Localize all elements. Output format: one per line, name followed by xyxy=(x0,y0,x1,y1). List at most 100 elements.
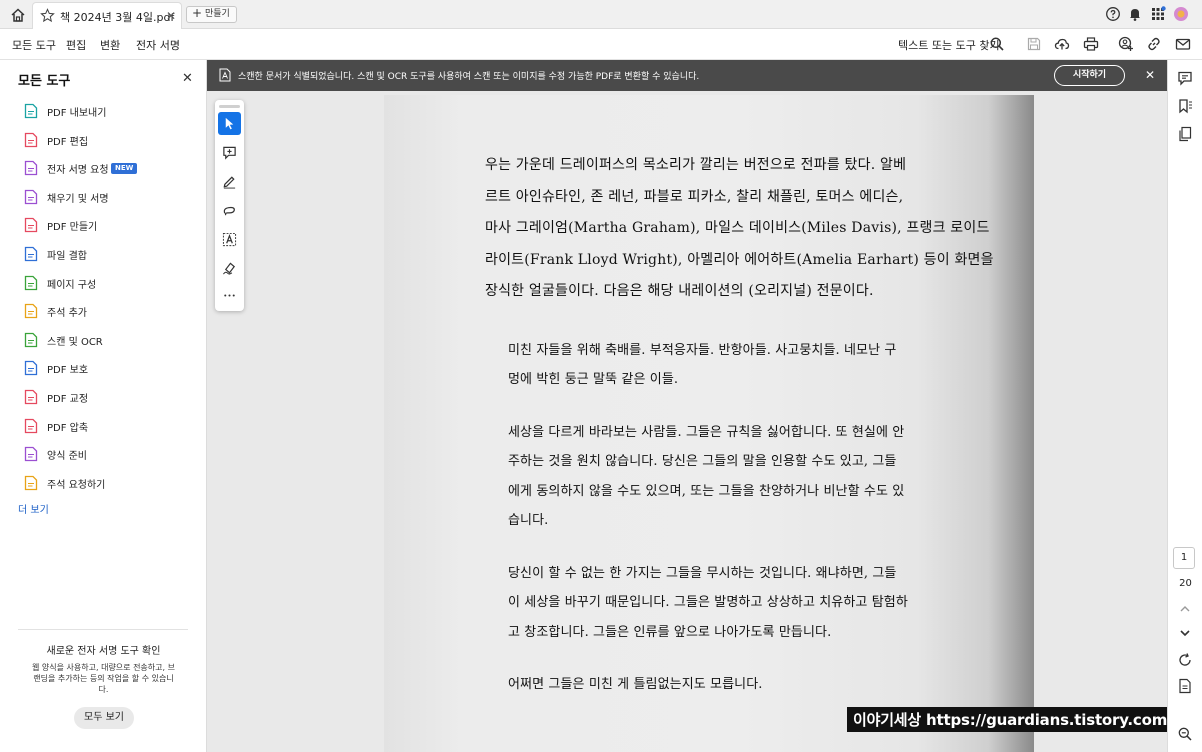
email-icon[interactable] xyxy=(1175,36,1191,52)
menu-bar: 모든 도구 편집 변환 전자 서명 텍스트 또는 도구 찾기 xyxy=(0,29,1202,62)
tool-label: PDF 압축 xyxy=(47,422,89,434)
page-text: 우는 가운데 드레이퍼스의 목소리가 깔리는 버전으로 전파를 탔다. 알베 르트… xyxy=(485,150,1025,700)
find-text-or-tools[interactable]: 텍스트 또는 도구 찾기 xyxy=(898,37,1000,53)
draw-freeform-button[interactable] xyxy=(218,199,241,222)
cloud-upload-icon[interactable] xyxy=(1054,36,1070,52)
document-tab-title: 책 2024년 3월 4일.pdf xyxy=(60,11,175,24)
create-pdf-icon xyxy=(24,218,38,233)
text-box-button[interactable] xyxy=(218,228,241,251)
save-icon[interactable] xyxy=(1026,36,1042,52)
promo-title: 새로운 전자 서명 도구 확인 xyxy=(46,646,161,657)
home-icon[interactable] xyxy=(8,5,28,25)
request-esign-icon xyxy=(24,161,38,176)
intro-paragraph: 우는 가운데 드레이퍼스의 목소리가 깔리는 버전으로 전파를 탔다. 알베 르트… xyxy=(485,150,1025,308)
text-line: 에게 동의하지 않을 수도 있으며, 또는 그들을 찬양하거나 비난할 수도 있 xyxy=(508,483,905,499)
view-all-button[interactable]: 모두 보기 xyxy=(74,707,134,729)
tool-item[interactable]: PDF 압축 xyxy=(24,416,199,436)
next-page-icon[interactable] xyxy=(1177,625,1193,641)
more-tools-link[interactable]: 더 보기 xyxy=(18,501,49,516)
menu-esign[interactable]: 전자 서명 xyxy=(136,37,180,53)
tool-item[interactable]: PDF 편집 xyxy=(24,130,199,150)
menu-all-tools[interactable]: 모든 도구 xyxy=(12,37,56,62)
tool-item[interactable]: PDF 내보내기 xyxy=(24,101,199,121)
link-icon[interactable] xyxy=(1146,36,1162,52)
select-tool-icon xyxy=(225,117,234,130)
new-tab-button[interactable]: + 만들기 xyxy=(186,6,237,23)
watermark: 이야기세상 https://guardians.tistory.com xyxy=(847,707,1167,732)
add-comment-button[interactable] xyxy=(218,141,241,164)
current-page-input[interactable]: 1 xyxy=(1173,547,1195,569)
text-line: 습니다. xyxy=(508,513,549,528)
help-icon[interactable] xyxy=(1105,6,1121,22)
tool-item[interactable]: 주석 요청하기 xyxy=(24,473,199,493)
tool-item[interactable]: 파일 결합 xyxy=(24,244,199,264)
print-icon[interactable] xyxy=(1083,36,1099,52)
apps-grid-icon[interactable] xyxy=(1150,6,1166,22)
document-viewer: 스캔한 문서가 식별되었습니다. 스캔 및 OCR 도구를 사용하여 스캔 또는… xyxy=(207,60,1167,752)
tool-label: 주석 추가 xyxy=(47,308,87,320)
tool-item[interactable]: 페이지 구성 xyxy=(24,273,199,293)
menu-edit[interactable]: 편집 xyxy=(66,37,86,53)
tab-bar: 책 2024년 3월 4일.pdf ✕ + 만들기 xyxy=(0,0,1202,29)
add-comment-icon xyxy=(223,146,236,160)
menu-convert[interactable]: 변환 xyxy=(100,37,120,53)
sign-pen-button[interactable] xyxy=(218,257,241,280)
more-tools-icon xyxy=(224,294,235,297)
avatar[interactable] xyxy=(1173,6,1189,22)
tool-item[interactable]: PDF 교정 xyxy=(24,387,199,407)
page-display-icon[interactable] xyxy=(1177,678,1193,694)
notification-bell-icon[interactable] xyxy=(1127,6,1143,22)
tool-label: 파일 결합 xyxy=(47,251,87,262)
toolbar-drag-handle[interactable] xyxy=(219,105,240,108)
rotate-icon[interactable] xyxy=(1177,652,1193,668)
new-badge: NEW xyxy=(111,163,138,175)
tool-label: PDF 보호 xyxy=(47,365,89,377)
zoom-out-icon[interactable] xyxy=(1177,726,1193,742)
panel-title: 모든 도구 xyxy=(18,74,71,89)
quote-paragraph: 어쩌면 그들은 미친 게 틀림없는지도 모릅니다. xyxy=(485,670,1025,700)
text-line: 어쩌면 그들은 미친 게 틀림없는지도 모릅니다. xyxy=(508,677,763,692)
promo-description: 웹 양식을 사용하고, 대량으로 전송하고, 브랜딩을 추가하는 등의 작업을 … xyxy=(32,663,175,694)
page-thumbnails-icon[interactable] xyxy=(1177,126,1193,142)
share-user-icon[interactable] xyxy=(1118,36,1134,52)
start-button[interactable]: 시작하기 xyxy=(1054,65,1125,86)
banner-message: 스캔한 문서가 식별되었습니다. 스캔 및 OCR 도구를 사용하여 스캔 또는… xyxy=(238,72,700,82)
tool-item[interactable]: 주석 추가 xyxy=(24,301,199,321)
divider xyxy=(18,629,188,630)
tool-label: 주석 요청하기 xyxy=(47,479,106,491)
tool-item[interactable]: 전자 서명 요청 NEW xyxy=(24,158,199,178)
quick-tools-toolbar xyxy=(215,100,244,311)
tool-item[interactable]: PDF 보호 xyxy=(24,358,199,378)
highlight-pen-icon xyxy=(223,176,236,189)
text-line: 고 창조합니다. 그들은 인류를 앞으로 나아가도록 만듭니다. xyxy=(508,624,832,640)
highlight-pen-button[interactable] xyxy=(218,170,241,193)
tool-label: PDF 내보내기 xyxy=(47,108,107,119)
tool-label: PDF 교정 xyxy=(47,394,89,405)
compress-pdf-icon xyxy=(24,418,38,433)
request-comments-icon xyxy=(24,475,38,490)
tool-item[interactable]: 양식 준비 xyxy=(24,444,199,464)
select-tool-button[interactable] xyxy=(218,112,241,135)
search-icon[interactable] xyxy=(989,36,1005,52)
close-panel-icon[interactable]: ✕ xyxy=(182,71,193,86)
tool-label: 전자 서명 요청 xyxy=(47,165,109,177)
text-line: 주하는 것을 원치 않습니다. 당신은 그들의 말을 인용할 수도 있고, 그들 xyxy=(508,454,897,469)
quote-paragraph: 미친 자들을 위해 축배를. 부적응자들. 반항아들. 사고뭉치들. 네모난 구… xyxy=(485,336,1025,395)
previous-page-icon[interactable] xyxy=(1177,601,1193,617)
tool-label: 채우기 및 서명 xyxy=(47,193,109,205)
tool-item[interactable]: 채우기 및 서명 xyxy=(24,187,199,207)
tool-label: 양식 준비 xyxy=(47,451,87,463)
close-tab-icon[interactable]: ✕ xyxy=(166,9,176,23)
pdf-page[interactable]: 우는 가운데 드레이퍼스의 목소리가 깔리는 버전으로 전파를 탔다. 알베 르트… xyxy=(384,95,1034,752)
comments-panel-icon[interactable] xyxy=(1177,70,1193,86)
document-tab[interactable]: 책 2024년 3월 4일.pdf ✕ xyxy=(32,2,182,29)
close-banner-icon[interactable]: ✕ xyxy=(1145,68,1155,82)
new-tab-label: 만들기 xyxy=(205,9,230,19)
tool-item[interactable]: PDF 만들기 xyxy=(24,215,199,235)
star-icon[interactable] xyxy=(40,8,55,23)
more-tools-button[interactable] xyxy=(218,284,241,307)
tool-item[interactable]: 스캔 및 OCR xyxy=(24,330,199,350)
bookmarks-icon[interactable] xyxy=(1177,98,1193,114)
edit-pdf-icon xyxy=(24,132,38,147)
text-line: 미친 자들을 위해 축배를. 부적응자들. 반항아들. 사고뭉치들. 네모난 구 xyxy=(508,342,897,358)
